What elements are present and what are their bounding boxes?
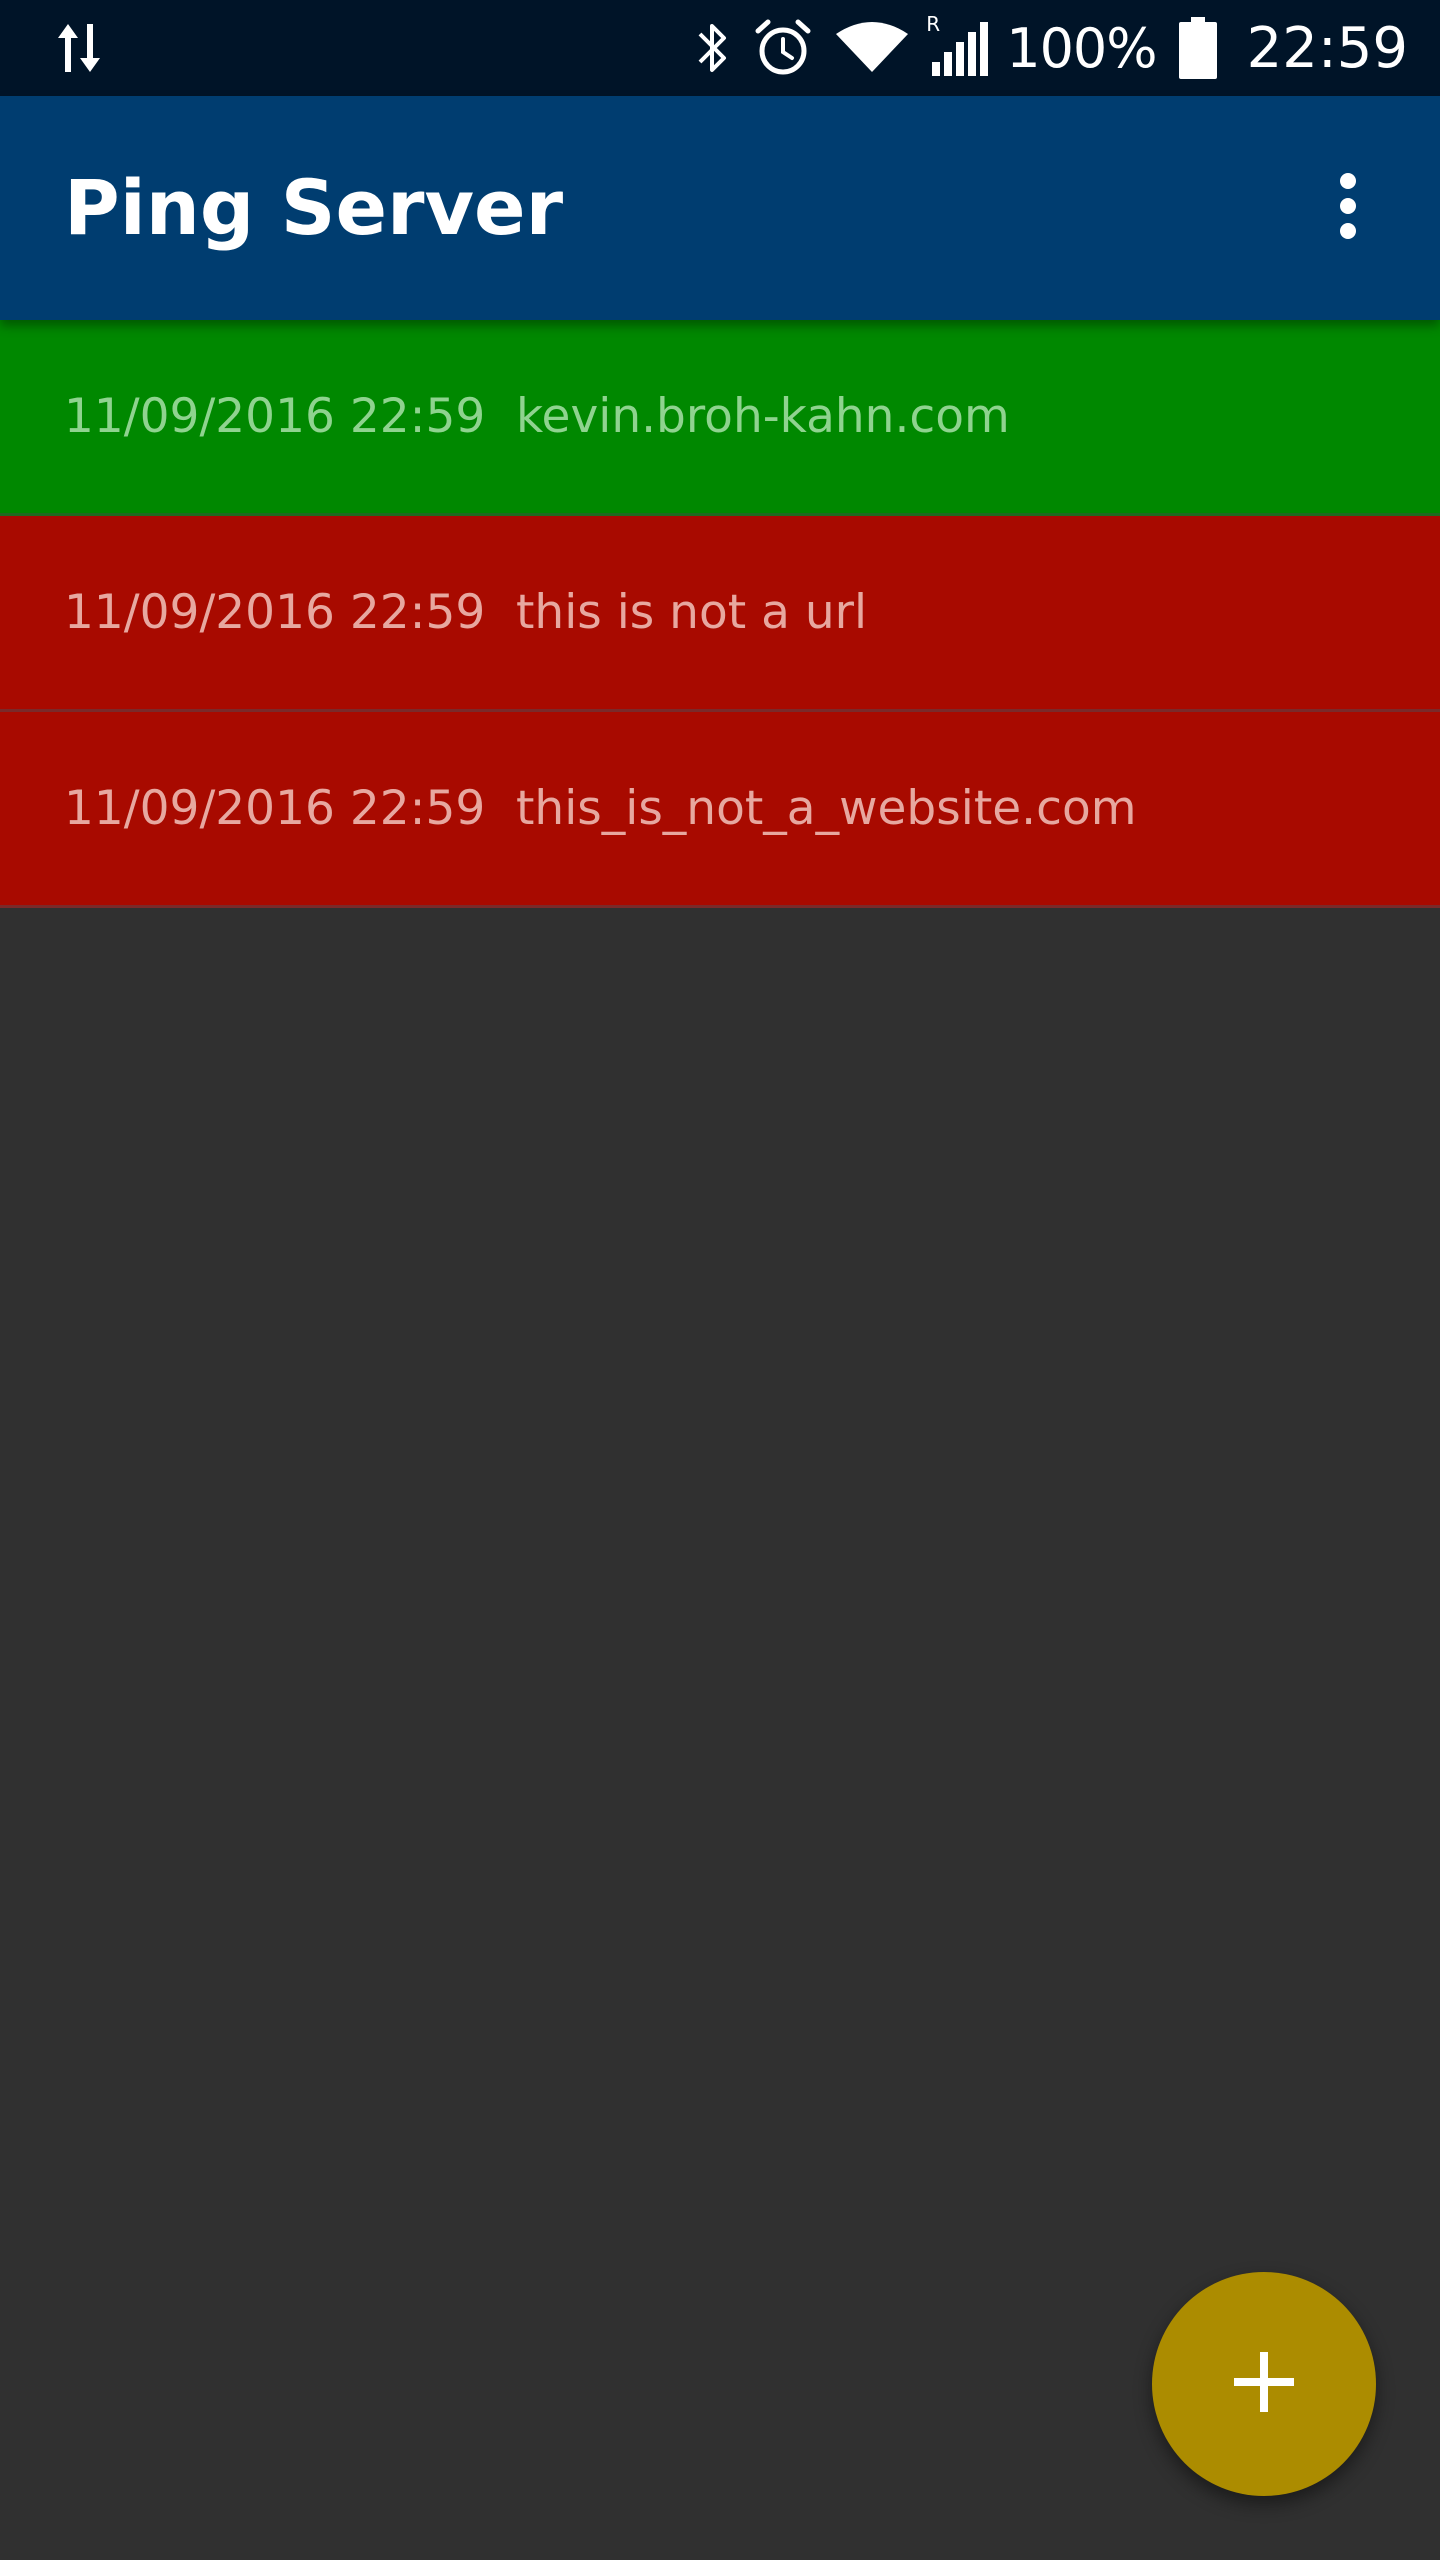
ping-timestamp: 11/09/2016 22:59 [64,781,486,836]
list-item[interactable]: 11/09/2016 22:59 this is not a url [0,516,1440,712]
add-icon [1232,2350,1296,2419]
ping-list: 11/09/2016 22:59 kevin.broh-kahn.com 11/… [0,320,1440,908]
page-title: Ping Server [64,163,564,252]
overflow-menu-button[interactable] [1300,160,1396,256]
list-item[interactable]: 11/09/2016 22:59 kevin.broh-kahn.com [0,320,1440,516]
ping-host: this is not a url [516,585,868,640]
status-clock: 22:59 [1246,15,1408,81]
ping-host: kevin.broh-kahn.com [516,389,1010,444]
wifi-icon [836,20,909,76]
list-item[interactable]: 11/09/2016 22:59 this_is_not_a_website.c… [0,712,1440,908]
ping-timestamp: 11/09/2016 22:59 [64,389,486,444]
status-bar: R 100% 22:59 [0,0,1440,96]
ping-timestamp: 11/09/2016 22:59 [64,585,486,640]
app-bar: Ping Server [0,96,1440,320]
battery-icon [1178,17,1217,79]
cell-signal-icon: R [926,12,990,78]
data-transfer-icon [56,18,104,78]
more-vert-icon [1336,171,1360,246]
battery-percent: 100% [1006,16,1157,80]
roaming-indicator: R [926,12,941,36]
ping-host: this_is_not_a_website.com [516,781,1137,836]
bluetooth-icon [694,18,730,78]
add-server-button[interactable] [1152,2272,1376,2496]
alarm-icon [752,17,814,79]
